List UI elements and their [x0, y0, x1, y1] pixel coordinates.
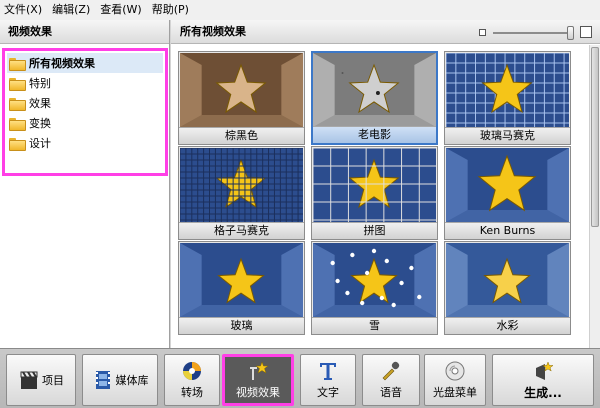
effect-thumbnail — [446, 53, 569, 127]
effect-tile[interactable]: 拼图 — [311, 146, 438, 240]
effect-thumbnail — [180, 148, 303, 222]
effect-label: 水彩 — [445, 317, 570, 334]
category-label: 变换 — [29, 117, 51, 130]
clapperboard-icon — [20, 371, 38, 389]
menu-view[interactable]: 查看(W) — [99, 0, 142, 20]
effect-thumbnail — [313, 53, 436, 127]
effect-thumbnail — [446, 148, 569, 222]
zoom-out-icon[interactable] — [479, 29, 486, 36]
disc-menu-label: 光盘菜单 — [433, 386, 477, 399]
menu-help[interactable]: 帮助(P) — [151, 0, 190, 20]
category-item-special[interactable]: 特别 — [7, 73, 163, 93]
effects-panel: 所有视频效果 棕黑色 老电影 玻璃马赛克格子马赛克 拼图 Ken Burns 玻璃雪水彩 — [171, 20, 600, 348]
effect-tile[interactable]: Ken Burns — [444, 146, 571, 240]
thumbnail-size-slider[interactable] — [493, 32, 573, 34]
effect-tile[interactable]: 水彩 — [444, 241, 571, 335]
effect-label: 老电影 — [313, 126, 436, 143]
main-toolbar: 项目 媒体库 转场 视频效果 文字 语音 光盘菜单 生成... — [0, 348, 600, 408]
effects-grid: 棕黑色 老电影 玻璃马赛克格子马赛克 拼图 Ken Burns 玻璃雪水彩 — [178, 51, 582, 348]
magic-wand-icon — [250, 361, 269, 380]
effect-label: Ken Burns — [445, 222, 570, 239]
slider-handle[interactable] — [567, 26, 574, 40]
category-label: 所有视频效果 — [29, 57, 95, 70]
category-label: 特别 — [29, 77, 51, 90]
voice-button[interactable]: 语音 — [362, 354, 420, 406]
effects-panel-header: 所有视频效果 — [171, 20, 600, 44]
category-panel: 视频效果 所有视频效果 特别 效果 变换 设计 — [0, 20, 170, 348]
effect-label: 拼图 — [312, 222, 437, 239]
disc-menu-icon — [445, 361, 465, 381]
media-library-label: 媒体库 — [115, 374, 149, 387]
disc-menu-button[interactable]: 光盘菜单 — [424, 354, 486, 406]
category-item-transform[interactable]: 变换 — [7, 113, 163, 133]
text-t-icon — [320, 363, 336, 380]
category-panel-title: 视频效果 — [0, 20, 169, 44]
effect-thumbnail — [313, 148, 436, 222]
text-label: 文字 — [317, 386, 339, 399]
menu-bar: 文件(X) 编辑(Z) 查看(W) 帮助(P) — [0, 0, 600, 20]
project-button[interactable]: 项目 — [6, 354, 76, 406]
zoom-in-icon[interactable] — [580, 26, 592, 38]
effects-panel-title: 所有视频效果 — [180, 25, 246, 38]
menu-file[interactable]: 文件(X) — [3, 0, 43, 20]
category-item-effects[interactable]: 效果 — [7, 93, 163, 113]
folder-icon — [9, 137, 26, 151]
text-button[interactable]: 文字 — [300, 354, 356, 406]
produce-icon — [536, 360, 554, 380]
transition-swirl-icon — [183, 362, 201, 380]
effect-label: 玻璃马赛克 — [445, 127, 570, 144]
effect-label: 玻璃 — [179, 317, 304, 334]
effect-thumbnail — [180, 53, 303, 127]
effect-thumbnail — [313, 243, 436, 317]
film-strip-icon — [95, 371, 110, 389]
produce-label: 生成... — [524, 385, 562, 400]
folder-icon — [9, 77, 26, 91]
voice-label: 语音 — [380, 386, 402, 399]
transitions-button[interactable]: 转场 — [164, 354, 220, 406]
folder-icon — [9, 97, 26, 111]
category-tree: 所有视频效果 特别 效果 变换 设计 — [2, 48, 168, 176]
effect-thumbnail — [446, 243, 569, 317]
effect-tile[interactable]: 老电影 — [311, 51, 438, 145]
effect-label: 雪 — [312, 317, 437, 334]
video-effects-label: 视频效果 — [236, 386, 280, 399]
effect-tile[interactable]: 玻璃马赛克 — [444, 51, 571, 145]
folder-icon — [9, 117, 26, 131]
category-label: 效果 — [29, 97, 51, 110]
effect-tile[interactable]: 棕黑色 — [178, 51, 305, 145]
video-effects-button[interactable]: 视频效果 — [222, 354, 294, 406]
transitions-label: 转场 — [181, 386, 203, 399]
effect-tile[interactable]: 玻璃 — [178, 241, 305, 335]
microphone-icon — [382, 361, 400, 381]
effect-tile[interactable]: 雪 — [311, 241, 438, 335]
project-label: 项目 — [42, 374, 64, 387]
folder-icon — [9, 57, 26, 71]
produce-button[interactable]: 生成... — [492, 354, 594, 406]
effect-tile[interactable]: 格子马赛克 — [178, 146, 305, 240]
category-item-design[interactable]: 设计 — [7, 133, 163, 153]
effects-scrollbar[interactable] — [589, 45, 600, 348]
category-item-all[interactable]: 所有视频效果 — [7, 53, 163, 73]
category-label: 设计 — [29, 137, 51, 150]
effect-label: 格子马赛克 — [179, 222, 304, 239]
effect-thumbnail — [180, 243, 303, 317]
scrollbar-thumb[interactable] — [591, 47, 599, 227]
media-library-button[interactable]: 媒体库 — [82, 354, 158, 406]
menu-edit[interactable]: 编辑(Z) — [51, 0, 91, 20]
effect-label: 棕黑色 — [179, 127, 304, 144]
